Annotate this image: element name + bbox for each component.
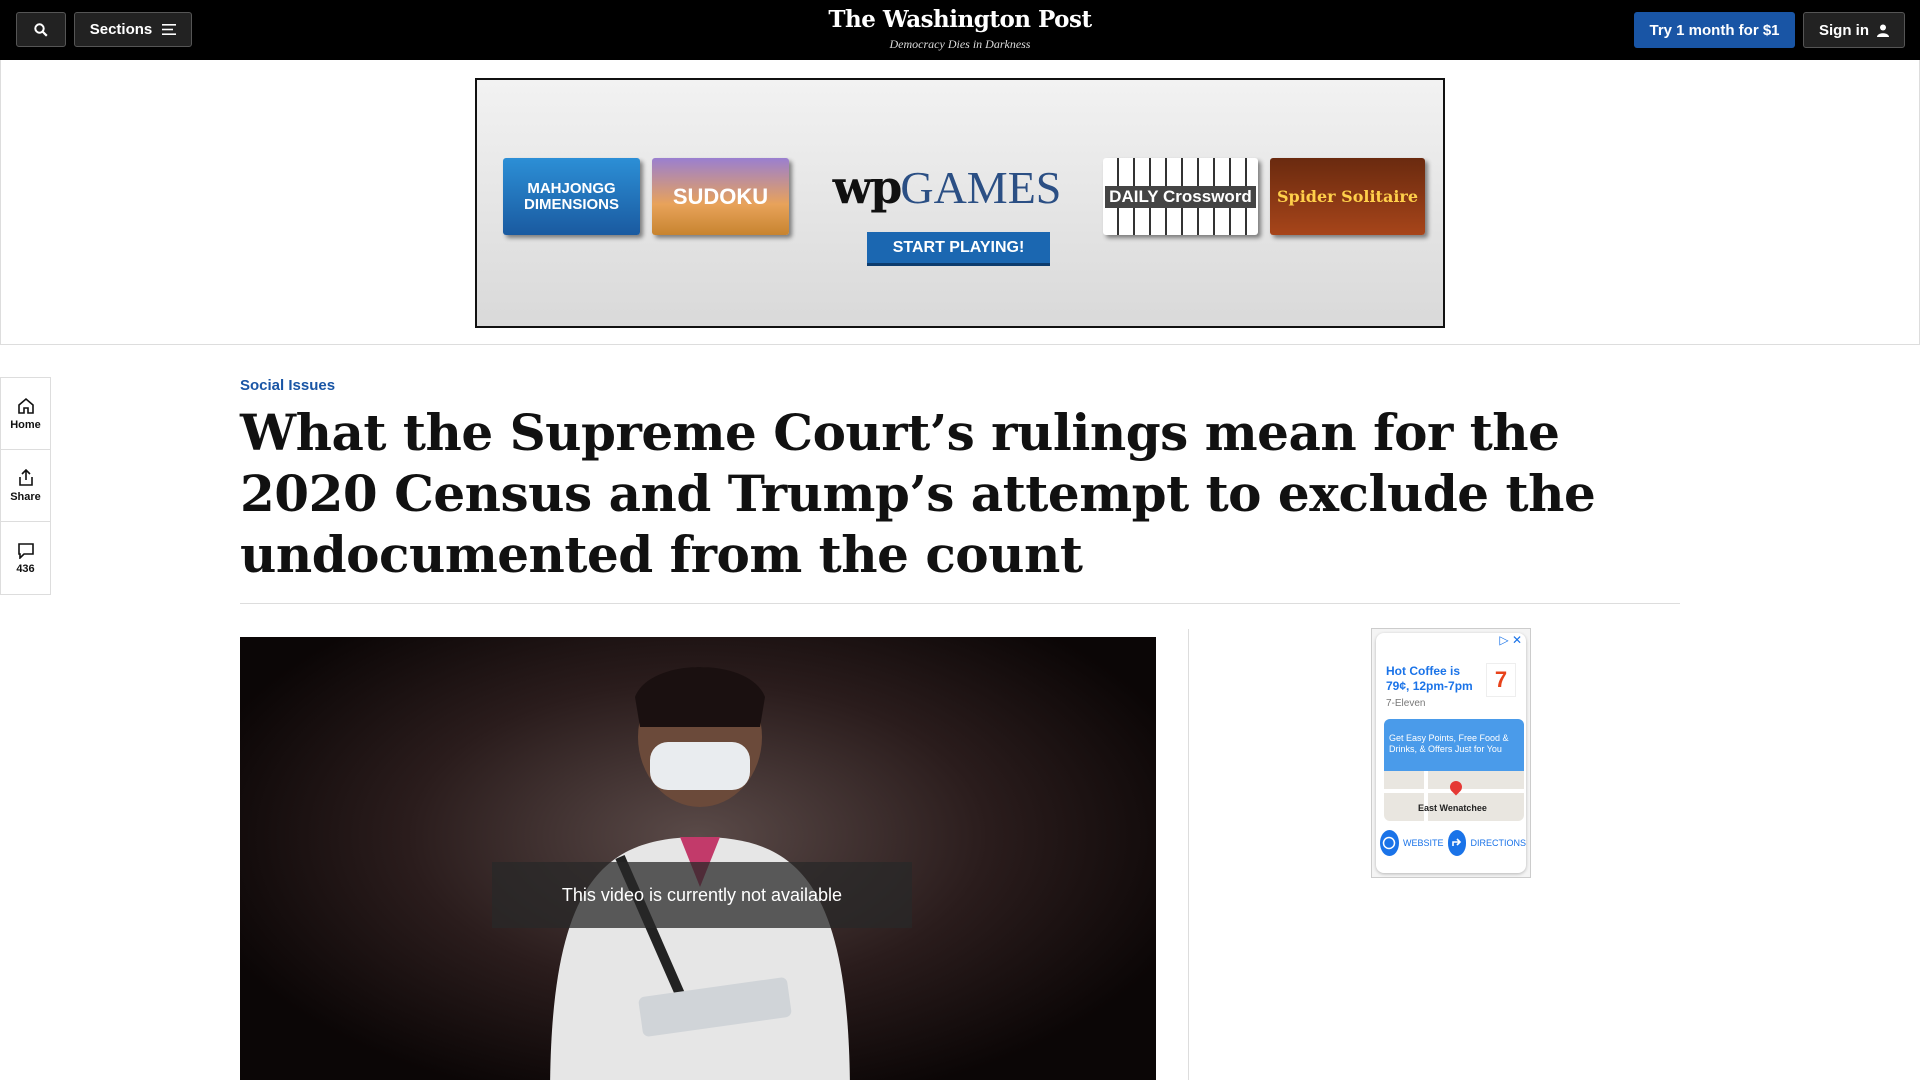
site-logo[interactable]: The Washington Post (760, 6, 1160, 33)
website-link[interactable]: WEBSITE (1403, 838, 1444, 848)
ad-headline[interactable]: Hot Coffee is 79¢, 12pm-7pm (1386, 664, 1486, 694)
sidebar-ad[interactable]: ▷ ✕ Hot Coffee is 79¢, 12pm-7pm 7-Eleven… (1371, 628, 1531, 878)
share-button[interactable]: Share (1, 450, 50, 522)
ad-map[interactable]: Get Easy Points, Free Food & Drinks, & O… (1384, 719, 1524, 821)
map-place-label: East Wenatchee (1418, 803, 1487, 813)
mahjongg-tile[interactable]: MAHJONGG DIMENSIONS (503, 158, 640, 235)
comment-count: 436 (16, 562, 35, 575)
spider-solitaire-tile[interactable]: Spider Solitaire (1270, 158, 1425, 235)
section-kicker[interactable]: Social Issues (240, 377, 335, 394)
seven-eleven-logo: 7 (1486, 663, 1516, 697)
left-action-rail: Home Share 436 (0, 377, 51, 595)
video-player[interactable]: This video is currently not available (240, 637, 1156, 1080)
sections-label: Sections (89, 21, 153, 38)
headline-divider (240, 603, 1680, 604)
ad-choices-icon[interactable]: ▷ ✕ (1499, 633, 1522, 647)
wp-mark: wp (832, 160, 903, 214)
crossword-label: DAILY Crossword (1105, 185, 1256, 208)
map-road (1424, 771, 1428, 821)
sign-in-button[interactable]: Sign in (1803, 12, 1905, 48)
crossword-tile[interactable]: DAILY Crossword (1103, 158, 1258, 235)
hamburger-icon (162, 24, 177, 35)
games-word: GAMES (900, 162, 1062, 213)
top-navigation: Sections The Washington Post Democracy D… (0, 0, 1920, 60)
sections-button[interactable]: Sections (74, 12, 192, 47)
ad-promo-text: Get Easy Points, Free Food & Drinks, & O… (1384, 719, 1524, 771)
sudoku-tile[interactable]: SUDOKU (652, 158, 789, 235)
home-label: Home (10, 418, 41, 431)
home-icon (17, 397, 34, 414)
masthead[interactable]: The Washington Post Democracy Dies in Da… (760, 6, 1160, 52)
search-icon (34, 22, 48, 37)
comments-button[interactable]: 436 (1, 522, 50, 594)
globe-icon[interactable] (1380, 830, 1399, 856)
comment-icon (17, 542, 34, 559)
directions-link[interactable]: DIRECTIONS (1470, 838, 1526, 848)
search-button[interactable] (16, 12, 66, 47)
site-tagline: Democracy Dies in Darkness (889, 37, 1031, 51)
sign-in-label: Sign in (1819, 21, 1869, 39)
start-playing-button[interactable]: START PLAYING! (867, 232, 1050, 266)
article-headline: What the Supreme Court’s rulings mean fo… (240, 403, 1596, 584)
subscribe-button[interactable]: Try 1 month for $1 (1634, 12, 1795, 48)
column-divider (1188, 629, 1189, 1080)
directions-icon[interactable] (1447, 830, 1467, 856)
games-ad-banner[interactable]: MAHJONGG DIMENSIONS SUDOKU wpGAMES START… (475, 78, 1445, 328)
wp-games-logo: wpGAMES (827, 160, 1067, 214)
ad-brand: 7-Eleven (1386, 698, 1426, 709)
share-icon (18, 468, 33, 486)
ad-card[interactable]: ▷ ✕ Hot Coffee is 79¢, 12pm-7pm 7-Eleven… (1376, 633, 1526, 873)
ad-actions: WEBSITE DIRECTIONS (1380, 829, 1526, 857)
share-label: Share (10, 490, 41, 503)
user-icon (1877, 24, 1889, 37)
home-button[interactable]: Home (1, 378, 50, 450)
video-unavailable-message: This video is currently not available (492, 862, 912, 928)
